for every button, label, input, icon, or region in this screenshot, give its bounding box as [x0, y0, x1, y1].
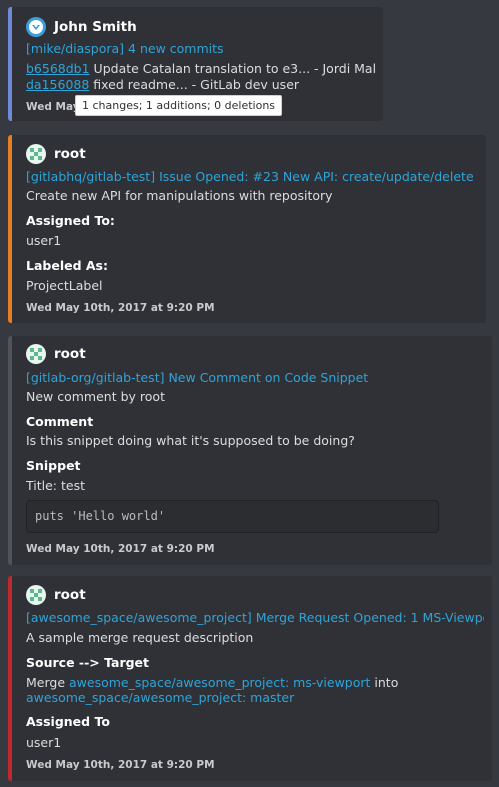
target-branch-link[interactable]: awesome_space/awesome_project: master — [26, 690, 294, 705]
field-name: Source --> Target — [26, 655, 150, 670]
embed-footer: Wed May 10th, 2017 at 9:20 PM — [26, 759, 215, 771]
embed-title-link[interactable]: [gitlab-org/gitlab-test] New Comment on … — [26, 370, 484, 385]
field-value: Title: test — [26, 478, 85, 493]
embed-description: New comment by root — [26, 389, 165, 404]
commit-message: fixed readme... - GitLab dev user — [89, 77, 300, 92]
source-branch-link[interactable]: awesome_space/awesome_project: ms-viewpo… — [69, 675, 370, 690]
author-name: root — [54, 346, 86, 362]
embed-author: John Smith — [26, 17, 137, 37]
merge-prefix: Merge — [26, 675, 69, 690]
merge-target-line: awesome_space/awesome_project: master — [26, 690, 484, 705]
author-name: John Smith — [54, 19, 137, 35]
field-name: Snippet — [26, 458, 81, 473]
embed-title-link[interactable]: [gitlabhq/gitlab-test] Issue Opened: #23… — [26, 169, 478, 184]
embed-footer: Wed May 10th, 2017 at 9:20 PM — [26, 543, 215, 555]
author-avatar-icon — [26, 585, 46, 605]
merge-middle: into — [370, 675, 399, 690]
field-name: Assigned To — [26, 714, 110, 729]
commit-sha-link[interactable]: da156088 — [26, 77, 89, 92]
field-name: Labeled As: — [26, 258, 109, 273]
author-avatar-icon — [26, 344, 46, 364]
commit-message: Update Catalan translation to e3... - Jo… — [89, 61, 375, 76]
issue-embed: root [gitlabhq/gitlab-test] Issue Opened… — [8, 135, 486, 323]
embed-title-link[interactable]: [awesome_space/awesome_project] Merge Re… — [26, 610, 484, 625]
commit-row: da156088 fixed readme... - GitLab dev us… — [26, 77, 375, 92]
author-name: root — [54, 587, 86, 603]
author-name: root — [54, 146, 86, 162]
embed-title-link[interactable]: [mike/diaspora] 4 new commits — [26, 41, 375, 56]
merge-field-value: Merge awesome_space/awesome_project: ms-… — [26, 675, 484, 690]
commit-stats-tooltip: 1 changes; 1 additions; 0 deletions — [75, 95, 283, 116]
commit-row: b6568db1 Update Catalan translation to e… — [26, 61, 375, 76]
embed-description: Create new API for manipulations with re… — [26, 188, 333, 203]
merge-request-embed: root [awesome_space/awesome_project] Mer… — [8, 576, 492, 781]
field-value: user1 — [26, 735, 62, 750]
field-name: Comment — [26, 414, 94, 429]
snippet-comment-embed: root [gitlab-org/gitlab-test] New Commen… — [8, 336, 492, 565]
field-value: user1 — [26, 233, 62, 248]
commit-sha-link[interactable]: b6568db1 — [26, 61, 90, 76]
embed-author: root — [26, 344, 86, 364]
embed-author: root — [26, 144, 86, 164]
field-name: Assigned To: — [26, 213, 115, 228]
field-value: Is this snippet doing what it's supposed… — [26, 433, 355, 448]
author-avatar-icon — [26, 17, 46, 37]
code-block: puts 'Hello world' — [26, 500, 439, 533]
field-value: ProjectLabel — [26, 278, 103, 293]
author-avatar-icon — [26, 144, 46, 164]
embed-description: A sample merge request description — [26, 630, 254, 645]
embed-footer: Wed May 10th, 2017 at 9:20 PM — [26, 302, 215, 314]
embed-author: root — [26, 585, 86, 605]
